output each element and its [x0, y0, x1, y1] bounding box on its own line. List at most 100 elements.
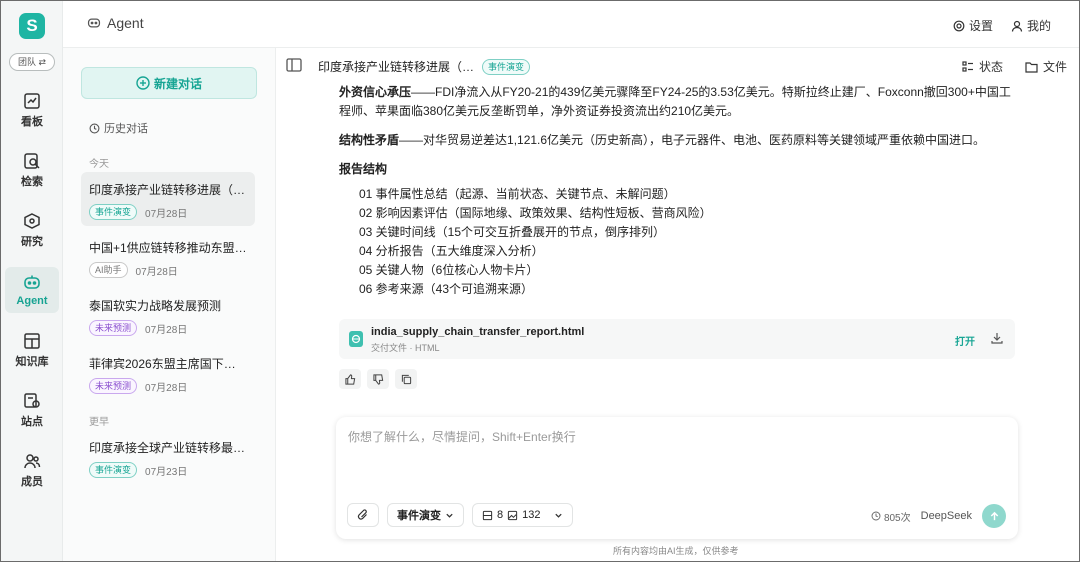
rail-item-label: 成员	[21, 475, 43, 488]
rail-item-agent[interactable]: Agent	[5, 267, 59, 313]
chat-title-badge: 事件演变	[482, 58, 531, 75]
chevron-down-icon	[446, 513, 453, 518]
mode-select-value: 事件演变	[397, 510, 441, 522]
list-item: 03 关键时间线（15个可交互折叠展开的节点，倒序排列）	[359, 225, 666, 239]
open-file-button[interactable]: 打开	[955, 333, 975, 348]
rail-item-members[interactable]: 成员	[5, 447, 59, 493]
image-icon	[507, 510, 518, 520]
rail-item-sites[interactable]: 站点	[5, 387, 59, 433]
rail-item-label: 检索	[21, 175, 43, 188]
conversation-date: 07月28日	[135, 266, 178, 278]
cube-icon	[24, 212, 40, 229]
rail-item-search[interactable]: 检索	[5, 147, 59, 193]
file-attachment-card[interactable]: india_supply_chain_transfer_report.html …	[339, 319, 1015, 359]
left-rail: S 团队 ⇄ 看板 检索 研究 Agent 知识库 站点 成员	[1, 1, 63, 561]
conversation-badge: 未来预测	[89, 378, 138, 394]
conversation-item[interactable]: 中国+1供应链转移推动东盟… AI助手 07月28日	[81, 230, 255, 284]
thumbs-up-icon	[344, 373, 355, 385]
copy-button[interactable]	[395, 369, 417, 389]
usage-count: 805次	[871, 509, 911, 524]
rail-item-label: 研究	[21, 235, 43, 248]
download-icon[interactable]	[991, 332, 1003, 344]
chart-icon	[24, 92, 40, 109]
list-item: 05 关键人物（6位核心人物卡片）	[359, 263, 539, 277]
profile-label: 我的	[1026, 19, 1051, 33]
rail-item-dashboard[interactable]: 看板	[5, 87, 59, 133]
conversation-date: 07月28日	[145, 382, 188, 394]
history-link[interactable]: 历史对话	[89, 120, 148, 136]
chat-title: 印度承接产业链转移进展（… 事件演变	[318, 58, 531, 75]
chat-header: 印度承接产业链转移进展（… 事件演变 状态 文件	[276, 48, 1079, 84]
book-icon	[24, 332, 40, 349]
profile-button[interactable]: 我的	[1011, 17, 1051, 34]
model-select[interactable]: DeepSeek	[921, 510, 972, 522]
section-today: 今天	[89, 159, 109, 170]
chat-title-text: 印度承接产业链转移进展（…	[318, 60, 475, 74]
page-title: Agent	[87, 15, 144, 31]
conversation-item[interactable]: 菲律宾2026东盟主席国下… 未来预测 07月28日	[81, 346, 255, 400]
list-item: 01 事件属性总结（起源、当前状态、关键节点、未解问题）	[359, 187, 676, 201]
agent-icon	[24, 275, 40, 289]
settings-label: 设置	[968, 19, 993, 33]
assistant-message: 外资信心承压——FDI净流入从FY20-21的439亿美元骤降至FY24-25的…	[339, 83, 1019, 299]
dislike-button[interactable]	[367, 369, 389, 389]
location-icon	[24, 392, 40, 408]
source-count-b: 132	[522, 509, 541, 521]
clock-icon	[871, 511, 881, 521]
conversation-title: 中国+1供应链转移推动东盟…	[89, 241, 247, 255]
team-switch-button[interactable]: 团队 ⇄	[9, 53, 55, 71]
chevron-down-icon	[555, 513, 563, 518]
message-paragraph: 结构性矛盾——对华贸易逆差达1,121.6亿美元（历史新高），电子元器件、电池、…	[339, 133, 986, 147]
conversation-badge: 未来预测	[89, 320, 138, 336]
copy-icon	[401, 374, 411, 384]
users-icon	[24, 453, 41, 468]
source-count-a: 8	[497, 509, 504, 521]
conversation-item[interactable]: 泰国软实力战略发展预测 未来预测 07月28日	[81, 288, 255, 342]
app-window: S 团队 ⇄ 看板 检索 研究 Agent 知识库 站点 成员 Agent 设置…	[0, 0, 1080, 562]
conversation-title: 泰国软实力战略发展预测	[89, 299, 222, 313]
conversation-badge: AI助手	[89, 262, 128, 278]
settings-button[interactable]: 设置	[953, 17, 993, 34]
thumbs-down-icon	[372, 373, 383, 385]
attach-button[interactable]	[347, 503, 379, 527]
conversation-item[interactable]: 印度承接全球产业链转移最… 事件演变 07月23日	[81, 430, 255, 484]
message-input-placeholder[interactable]: 你想了解什么，尽情提问，Shift+Enter换行	[348, 428, 576, 445]
conversation-title: 菲律宾2026东盟主席国下…	[89, 357, 236, 371]
like-button[interactable]	[339, 369, 361, 389]
rail-item-label: Agent	[16, 294, 48, 307]
status-label: 状态	[978, 60, 1003, 74]
rail-item-label: 站点	[21, 415, 43, 428]
files-label: 文件	[1042, 60, 1067, 74]
conversation-date: 07月28日	[145, 324, 188, 336]
chat-composer[interactable]: 你想了解什么，尽情提问，Shift+Enter换行 事件演变 8 132 805…	[336, 417, 1018, 539]
message-paragraph: 外资信心承压——FDI净流入从FY20-21的439亿美元骤降至FY24-25的…	[339, 85, 1011, 118]
folder-icon	[1025, 61, 1038, 73]
user-icon	[1011, 20, 1023, 32]
list-icon	[962, 60, 973, 72]
plus-circle-icon	[136, 76, 150, 90]
message-actions	[339, 369, 417, 389]
rail-item-research[interactable]: 研究	[5, 207, 59, 253]
report-structure-list: 01 事件属性总结（起源、当前状态、关键节点、未解问题） 02 影响因素评估（国…	[339, 185, 1019, 299]
html-file-icon	[349, 331, 363, 347]
top-bar: Agent 设置 我的	[63, 1, 1079, 48]
file-type: 交付文件 · HTML	[371, 343, 440, 353]
rail-item-knowledge[interactable]: 知识库	[5, 327, 59, 373]
sidebar-toggle-icon[interactable]	[286, 58, 302, 72]
database-icon	[482, 510, 493, 520]
send-button[interactable]	[982, 504, 1006, 528]
list-item: 06 参考来源（43个可追溯来源）	[359, 282, 534, 296]
app-logo[interactable]: S	[19, 13, 45, 39]
rail-item-label: 知识库	[15, 355, 49, 368]
conversation-sidebar: 新建对话 历史对话 今天 印度承接产业链转移进展（… 事件演变 07月28日 中…	[63, 48, 276, 561]
files-button[interactable]: 文件	[1025, 58, 1067, 75]
new-chat-button[interactable]: 新建对话	[81, 67, 257, 99]
source-select[interactable]: 8 132	[472, 503, 574, 527]
status-button[interactable]: 状态	[962, 58, 1003, 75]
conversation-item[interactable]: 印度承接产业链转移进展（… 事件演变 07月28日	[81, 172, 255, 226]
usage-count-text: 805次	[883, 512, 911, 524]
page-title-text: Agent	[107, 15, 144, 31]
conversation-date: 07月28日	[145, 208, 188, 220]
rail-item-label: 看板	[21, 115, 43, 128]
mode-select[interactable]: 事件演变	[387, 503, 464, 527]
